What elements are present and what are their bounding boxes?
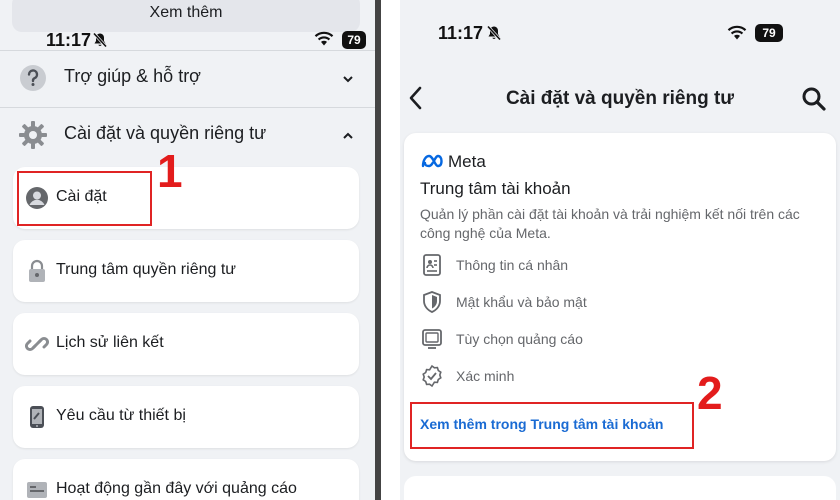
menu-item-device-requests[interactable]: Yêu cầu từ thiết bị bbox=[13, 386, 359, 448]
battery-indicator: 79 bbox=[342, 31, 366, 49]
password-security-label: Mật khẩu và bảo mật bbox=[456, 294, 587, 310]
verification-item[interactable]: Xác minh bbox=[420, 364, 720, 388]
section-help-support[interactable]: Trợ giúp & hỗ trợ bbox=[0, 51, 375, 107]
menu-item-ad-activity[interactable]: Hoạt động gần đây với quảng cáo bbox=[13, 459, 359, 500]
step-number-1: 1 bbox=[157, 145, 183, 197]
ad-preferences-item[interactable]: Tùy chọn quảng cáo bbox=[420, 327, 720, 351]
verification-label: Xác minh bbox=[456, 368, 515, 384]
phone-icon bbox=[30, 406, 44, 428]
left-screenshot: Xem thêm 11:17 79 Trợ giúp & hỗ trợ Cài … bbox=[0, 0, 375, 500]
help-icon bbox=[20, 65, 46, 91]
top-bar: Xem thêm 11:17 79 bbox=[0, 0, 375, 50]
highlight-box-settings bbox=[17, 171, 152, 226]
menu-item-label: Trung tâm quyền riêng tư bbox=[56, 261, 236, 278]
right-screenshot: 11:17 79 Cài đặt và quyền riêng tư Meta … bbox=[400, 0, 840, 500]
chevron-up-icon bbox=[342, 128, 354, 144]
highlight-box-accounts-link bbox=[410, 402, 694, 449]
monitor-icon bbox=[422, 329, 442, 349]
search-icon[interactable] bbox=[801, 86, 827, 112]
ad-icon bbox=[27, 482, 47, 498]
id-card-icon bbox=[423, 254, 441, 276]
gear-icon bbox=[19, 121, 47, 149]
bell-muted-icon bbox=[486, 25, 502, 41]
page-title: Cài đặt và quyền riêng tư bbox=[505, 88, 735, 109]
see-more-button[interactable]: Xem thêm bbox=[12, 0, 360, 32]
menu-item-privacy-center[interactable]: Trung tâm quyền riêng tư bbox=[13, 240, 359, 302]
section-label: Cài đặt và quyền riêng tư bbox=[64, 123, 267, 143]
status-time: 11:17 bbox=[438, 23, 484, 43]
personal-info-item[interactable]: Thông tin cá nhân bbox=[420, 253, 720, 277]
section-label: Trợ giúp & hỗ trợ bbox=[64, 66, 201, 86]
panel-gap bbox=[381, 0, 400, 500]
battery-indicator: 79 bbox=[755, 24, 783, 42]
link-icon bbox=[25, 336, 49, 352]
menu-item-label: Yêu cầu từ thiết bị bbox=[56, 407, 186, 424]
menu-item-label: Lịch sử liên kết bbox=[56, 334, 164, 351]
chevron-down-icon bbox=[342, 71, 354, 87]
step-number-2: 2 bbox=[697, 367, 723, 419]
personal-info-label: Thông tin cá nhân bbox=[456, 257, 569, 273]
accounts-center-description: Quản lý phần cài đặt tài khoản và trải n… bbox=[420, 206, 800, 241]
meta-logo-icon bbox=[421, 154, 443, 168]
wifi-icon bbox=[314, 31, 334, 46]
verified-badge-icon bbox=[422, 364, 442, 388]
next-card bbox=[404, 476, 836, 500]
bell-muted-icon bbox=[92, 32, 108, 48]
menu-item-link-history[interactable]: Lịch sử liên kết bbox=[13, 313, 359, 375]
navigation-bar: Cài đặt và quyền riêng tư bbox=[400, 50, 840, 120]
menu-item-label: Hoạt động gần đây với quảng cáo bbox=[56, 480, 297, 497]
meta-brand: Meta bbox=[448, 152, 486, 171]
section-settings-privacy[interactable]: Cài đặt và quyền riêng tư bbox=[0, 108, 375, 164]
wifi-icon bbox=[727, 25, 747, 40]
password-security-item[interactable]: Mật khẩu và bảo mật bbox=[420, 290, 720, 314]
shield-icon bbox=[423, 291, 441, 313]
ad-preferences-label: Tùy chọn quảng cáo bbox=[456, 331, 583, 347]
status-time: 11:17 bbox=[46, 30, 92, 50]
lock-icon bbox=[29, 259, 45, 282]
accounts-center-title: Trung tâm tài khoản bbox=[420, 179, 571, 198]
